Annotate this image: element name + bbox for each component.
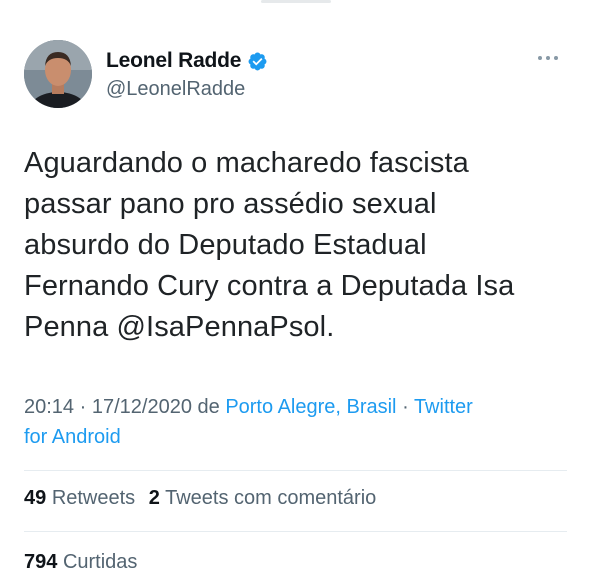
location-link[interactable]: Porto Alegre, Brasil	[225, 396, 396, 418]
tweet-text-line: passar pano pro assédio sexual	[24, 188, 437, 220]
tweet-text-line: Fernando Cury contra a Deputada Isa	[24, 270, 515, 302]
tweet-header: Leonel Radde @LeonelRadde	[24, 40, 571, 112]
tweet-time[interactable]: 20:14	[24, 396, 74, 418]
avatar-image	[24, 40, 92, 108]
quotes-stat[interactable]: 2 Tweets com comentário	[149, 487, 377, 509]
tweet-text-line: Aguardando o macharedo fascista	[24, 147, 469, 179]
tweet-text: Aguardando o macharedo fascista passar p…	[24, 143, 569, 348]
retweets-count: 49	[24, 487, 47, 509]
source-link-part2[interactable]: for Android	[24, 426, 121, 448]
metadata-line-1: 20:14 · 17/12/2020 de Porto Alegre, Bras…	[24, 392, 569, 422]
engagement-row: 49 Retweets 2 Tweets com comentário	[24, 487, 384, 510]
tweet-metadata: 20:14 · 17/12/2020 de Porto Alegre, Bras…	[24, 392, 569, 452]
top-edge-bar	[260, 0, 331, 3]
avatar[interactable]	[24, 40, 92, 108]
tweet-text-line: Penna @IsaPennaPsol.	[24, 311, 335, 343]
metadata-line-2: for Android	[24, 422, 569, 452]
top-edge	[0, 0, 591, 8]
likes-row: 794 Curtidas	[24, 551, 145, 574]
source-link-part1[interactable]: Twitter	[414, 396, 473, 418]
retweets-label: Retweets	[51, 487, 136, 509]
divider	[24, 470, 567, 471]
display-name[interactable]: Leonel Radde	[106, 49, 241, 73]
more-dot	[554, 56, 558, 60]
meta-separator: ·	[74, 396, 92, 418]
tweet-date[interactable]: 17/12/2020	[92, 396, 192, 418]
meta-separator: ·	[396, 396, 414, 418]
quotes-label: Tweets com comentário	[165, 487, 377, 509]
verified-badge-icon	[247, 51, 268, 72]
meta-from: de	[191, 396, 226, 418]
quotes-count: 2	[148, 487, 160, 509]
likes-count: 794	[24, 551, 58, 573]
more-options-icon[interactable]	[533, 48, 563, 68]
author-info: Leonel Radde @LeonelRadde	[106, 48, 268, 101]
more-dot	[546, 56, 550, 60]
retweets-stat[interactable]: 49 Retweets	[24, 487, 135, 509]
divider	[24, 531, 567, 532]
display-name-row: Leonel Radde	[106, 48, 268, 74]
author-handle[interactable]: @LeonelRadde	[106, 78, 268, 101]
likes-label: Curtidas	[62, 551, 138, 573]
likes-stat[interactable]: 794 Curtidas	[24, 551, 137, 573]
more-dot	[538, 56, 542, 60]
tweet-text-line: absurdo do Deputado Estadual	[24, 229, 427, 261]
